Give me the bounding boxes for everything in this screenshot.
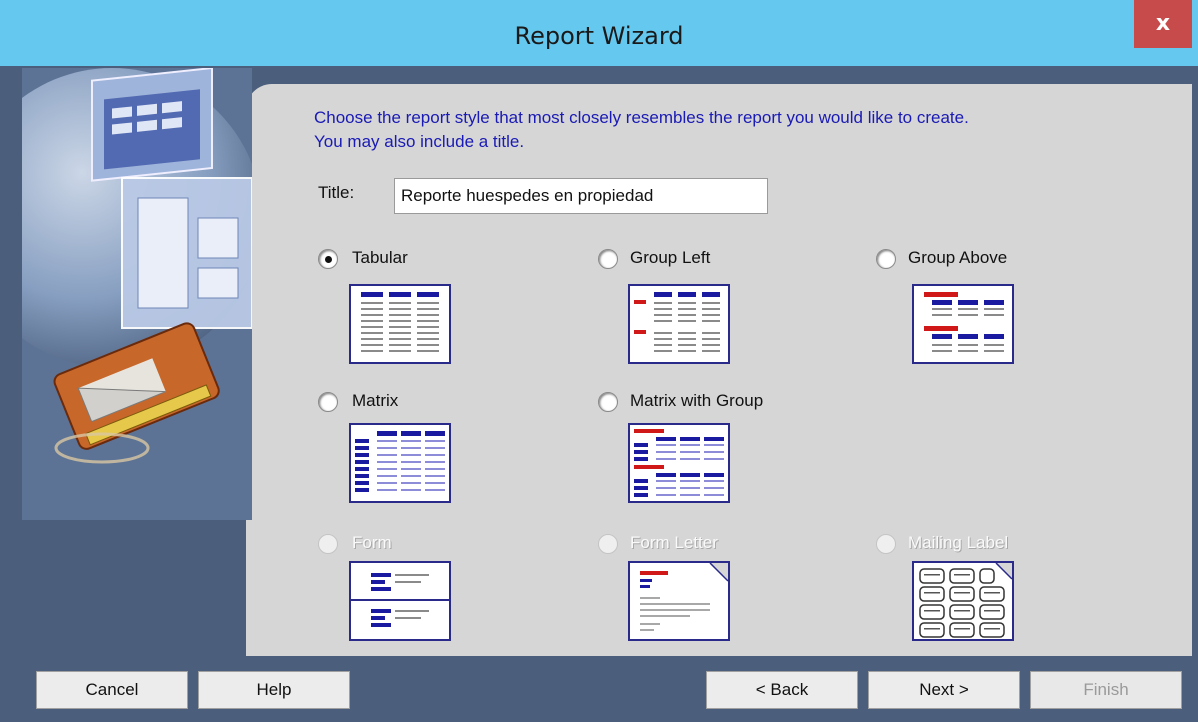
form-preview bbox=[349, 561, 451, 641]
group-above-preview[interactable] bbox=[912, 284, 1014, 364]
form-radio bbox=[318, 534, 338, 554]
title-input[interactable] bbox=[394, 178, 768, 214]
group-left-label[interactable]: Group Left bbox=[630, 248, 710, 268]
tabular-label[interactable]: Tabular bbox=[352, 248, 408, 268]
instruction-text: Choose the report style that most closel… bbox=[314, 106, 1174, 154]
matrix-with-group-preview[interactable] bbox=[628, 423, 730, 503]
mailing-label-radio bbox=[876, 534, 896, 554]
next-button[interactable]: Next > bbox=[868, 671, 1020, 709]
tabular-radio[interactable] bbox=[318, 249, 338, 269]
wizard-illustration bbox=[22, 68, 252, 520]
form-label: Form bbox=[352, 533, 392, 552]
cancel-button[interactable]: Cancel bbox=[36, 671, 188, 709]
instruction-line-1: Choose the report style that most closel… bbox=[314, 108, 969, 127]
matrix-with-group-radio[interactable] bbox=[598, 392, 618, 412]
matrix-preview[interactable] bbox=[349, 423, 451, 503]
form-letter-preview bbox=[628, 561, 730, 641]
group-above-label[interactable]: Group Above bbox=[908, 248, 1007, 268]
group-left-preview[interactable] bbox=[628, 284, 730, 364]
group-above-radio[interactable] bbox=[876, 249, 896, 269]
form-letter-radio bbox=[598, 534, 618, 554]
matrix-radio[interactable] bbox=[318, 392, 338, 412]
matrix-with-group-label[interactable]: Matrix with Group bbox=[630, 391, 763, 411]
form-letter-label: Form Letter bbox=[630, 533, 718, 552]
back-button[interactable]: < Back bbox=[706, 671, 858, 709]
title-label: Title: bbox=[318, 183, 355, 202]
help-button[interactable]: Help bbox=[198, 671, 350, 709]
report-wizard-window: Report Wizard x Choose the report style … bbox=[0, 0, 1198, 722]
tabular-preview[interactable] bbox=[349, 284, 451, 364]
group-left-radio[interactable] bbox=[598, 249, 618, 269]
title-bar[interactable]: Report Wizard x bbox=[0, 0, 1198, 66]
finish-button: Finish bbox=[1030, 671, 1182, 709]
close-button[interactable]: x bbox=[1134, 0, 1192, 48]
mailing-label-preview bbox=[912, 561, 1014, 641]
instruction-line-2: You may also include a title. bbox=[314, 132, 525, 151]
matrix-label[interactable]: Matrix bbox=[352, 391, 398, 411]
mailing-label-label: Mailing Label bbox=[908, 533, 1009, 552]
window-title: Report Wizard bbox=[514, 22, 684, 50]
